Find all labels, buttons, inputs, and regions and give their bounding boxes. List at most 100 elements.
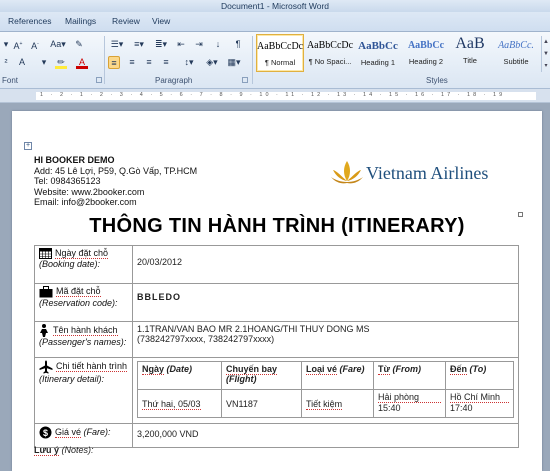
multilevel-list-icon[interactable]: ≣▾: [152, 38, 170, 51]
itinerary-table: Ngày đặt chỗ (Booking date): 20/03/2012 …: [34, 245, 519, 448]
passengers-line-2: (738242797xxxx, 738242797xxxx): [137, 334, 275, 344]
flight-fare: Tiết kiệm: [301, 389, 374, 418]
vietnam-airlines-logo: Vietnam Airlines: [330, 159, 520, 185]
itinerary-label-en: (Itinerary detail):: [39, 374, 105, 384]
reservation-code-label: Mã đặt chỗ: [56, 286, 101, 298]
passengers-line-1: 1.1TRAN/VAN BAO MR 2.1HOANG/THI THUY DON…: [137, 324, 370, 334]
flight-date-text: Thứ hai, 05/03: [142, 399, 201, 410]
align-center-icon[interactable]: ≡: [126, 56, 138, 69]
group-separator: [104, 36, 105, 84]
clear-formatting-icon[interactable]: ✎: [73, 38, 85, 51]
borders-icon[interactable]: ▦▾: [225, 56, 243, 69]
briefcase-icon: [39, 286, 53, 298]
align-right-icon[interactable]: ≡: [143, 56, 155, 69]
style-sample: AaBbCc: [358, 40, 398, 52]
change-case-icon[interactable]: Aa▾: [48, 38, 68, 51]
document-page[interactable]: + HI BOOKER DEMO Add: 45 Lê Lợi, P59, Q.…: [12, 111, 542, 471]
flight-fare-text: Tiết kiệm: [306, 399, 343, 410]
header-vi: Loại vé: [306, 364, 338, 375]
superscript-icon[interactable]: ²: [0, 56, 12, 69]
show-formatting-icon[interactable]: ¶: [232, 38, 244, 51]
style-name: ¶ Normal: [264, 58, 296, 67]
header-en: (Fare): [339, 364, 365, 374]
decrease-indent-icon[interactable]: ⇤: [175, 38, 187, 51]
notes-label: Lưu ý: [34, 445, 60, 456]
table-move-handle-icon[interactable]: +: [24, 142, 32, 150]
justify-icon[interactable]: ≡: [160, 56, 172, 69]
numbering-icon[interactable]: ≡▾: [130, 38, 148, 51]
highlight-color-icon[interactable]: ✏: [55, 56, 67, 69]
to-time: 17:40: [450, 403, 473, 413]
tab-review[interactable]: Review: [112, 16, 140, 26]
paragraph-dialog-launcher[interactable]: [242, 77, 248, 83]
calendar-icon: [39, 248, 52, 260]
header-en: (From): [392, 364, 422, 374]
font-dialog-launcher[interactable]: [96, 77, 102, 83]
tab-mailings[interactable]: Mailings: [65, 16, 96, 26]
header-fare: Loại vé (Fare): [301, 361, 374, 390]
table-row: Tên hành khách (Passenger's names): 1.1T…: [34, 321, 519, 358]
grow-font-icon[interactable]: A+: [12, 38, 24, 51]
style-heading-1[interactable]: AaBbCc Heading 1: [354, 34, 402, 72]
style-name: ¶ No Spaci...: [308, 57, 352, 66]
increase-indent-icon[interactable]: ⇥: [193, 38, 205, 51]
to-city: Hồ Chí Minh: [450, 392, 509, 403]
table-row: Ngày đặt chỗ (Booking date): 20/03/2012: [34, 245, 519, 284]
font-size-dropdown[interactable]: ▾: [0, 38, 12, 51]
fare-label: Giá vé: [55, 426, 82, 438]
header-en: (Flight): [226, 374, 257, 384]
shrink-font-icon[interactable]: A-: [29, 38, 41, 51]
style-sample: AaBbCcDc: [306, 40, 354, 51]
flight-to: Hồ Chí Minh 17:40: [445, 389, 514, 418]
ruler-numbers: 1 · 2 · 1 · 2 · 3 · 4 · 5 · 6 · 7 · 8 · …: [40, 92, 506, 98]
fare-value: 3,200,000 VND: [132, 423, 519, 448]
header-en: (Date): [166, 364, 193, 374]
flight-table: Ngày (Date) Chuyến bay (Flight) Loại vé (…: [137, 361, 514, 418]
style-name: Title: [463, 56, 477, 65]
style-name: Heading 2: [408, 57, 444, 66]
resize-handle[interactable]: [518, 212, 523, 217]
booking-date-label: Ngày đặt chỗ: [55, 248, 109, 259]
header-date: Ngày (Date): [137, 361, 222, 390]
styles-group-label: Styles: [426, 76, 448, 85]
style-no-spacing[interactable]: AaBbCcDc ¶ No Spaci...: [306, 34, 354, 72]
fare-label-cell: $ Giá vé (Fare):: [34, 423, 133, 448]
passengers-value-cell: 1.1TRAN/VAN BAO MR 2.1HOANG/THI THUY DON…: [132, 321, 519, 358]
svg-text:$: $: [43, 428, 48, 438]
itinerary-label-cell: Chi tiết hành trình (Itinerary detail):: [34, 357, 133, 424]
passengers-label: Tên hành khách: [53, 324, 118, 336]
shading-icon[interactable]: ◈▾: [203, 56, 221, 69]
airplane-icon: [39, 360, 53, 374]
header-vi: Từ: [378, 364, 391, 375]
align-left-icon[interactable]: ≡: [108, 56, 120, 69]
reservation-code-value: BBLEDO: [132, 283, 519, 322]
flight-from: Hải phòng 15:40: [373, 389, 446, 418]
text-effects-dropdown[interactable]: ▾: [38, 56, 50, 69]
line-spacing-icon[interactable]: ↕▾: [180, 56, 198, 69]
company-website: Website: www.2booker.com: [34, 186, 145, 197]
reservation-code-label-cell: Mã đặt chỗ (Reservation code):: [34, 283, 133, 322]
ribbon: ▾ A+ A- Aa▾ ✎ ² A ▾ ✏ A Font ☰▾ ≡▾ ≣▾ ⇤ …: [0, 32, 550, 89]
logo-text: Vietnam Airlines: [366, 163, 489, 183]
company-name: HI BOOKER DEMO: [34, 155, 115, 165]
sort-icon[interactable]: ↓: [212, 38, 224, 51]
table-row: $ Giá vé (Fare): 3,200,000 VND: [34, 423, 519, 448]
horizontal-ruler[interactable]: 1 · 2 · 1 · 2 · 3 · 4 · 5 · 6 · 7 · 8 · …: [0, 89, 550, 103]
styles-gallery-scroll[interactable]: ▲ ▼ ▾: [541, 36, 550, 72]
text-effects-icon[interactable]: A: [16, 56, 28, 69]
style-sample: AaBbCc.: [498, 40, 534, 51]
tab-references[interactable]: References: [8, 16, 51, 26]
font-color-icon[interactable]: A: [76, 56, 88, 69]
tab-view[interactable]: View: [152, 16, 170, 26]
style-title[interactable]: AaB Title: [450, 34, 490, 72]
style-subtitle[interactable]: AaBbCc. Subtitle: [492, 34, 540, 72]
header-vi: Ngày: [142, 364, 165, 375]
bullets-icon[interactable]: ☰▾: [108, 38, 126, 51]
flight-number: VN1187: [221, 389, 302, 418]
group-separator: [252, 36, 253, 84]
passengers-label-en: (Passenger's names):: [39, 337, 127, 347]
style-normal[interactable]: AaBbCcDc ¶ Normal: [256, 34, 304, 72]
header-flight: Chuyến bay (Flight): [221, 361, 302, 390]
style-heading-2[interactable]: AaBbCc Heading 2: [402, 34, 450, 72]
style-sample: AaBbCcDc: [257, 41, 303, 52]
